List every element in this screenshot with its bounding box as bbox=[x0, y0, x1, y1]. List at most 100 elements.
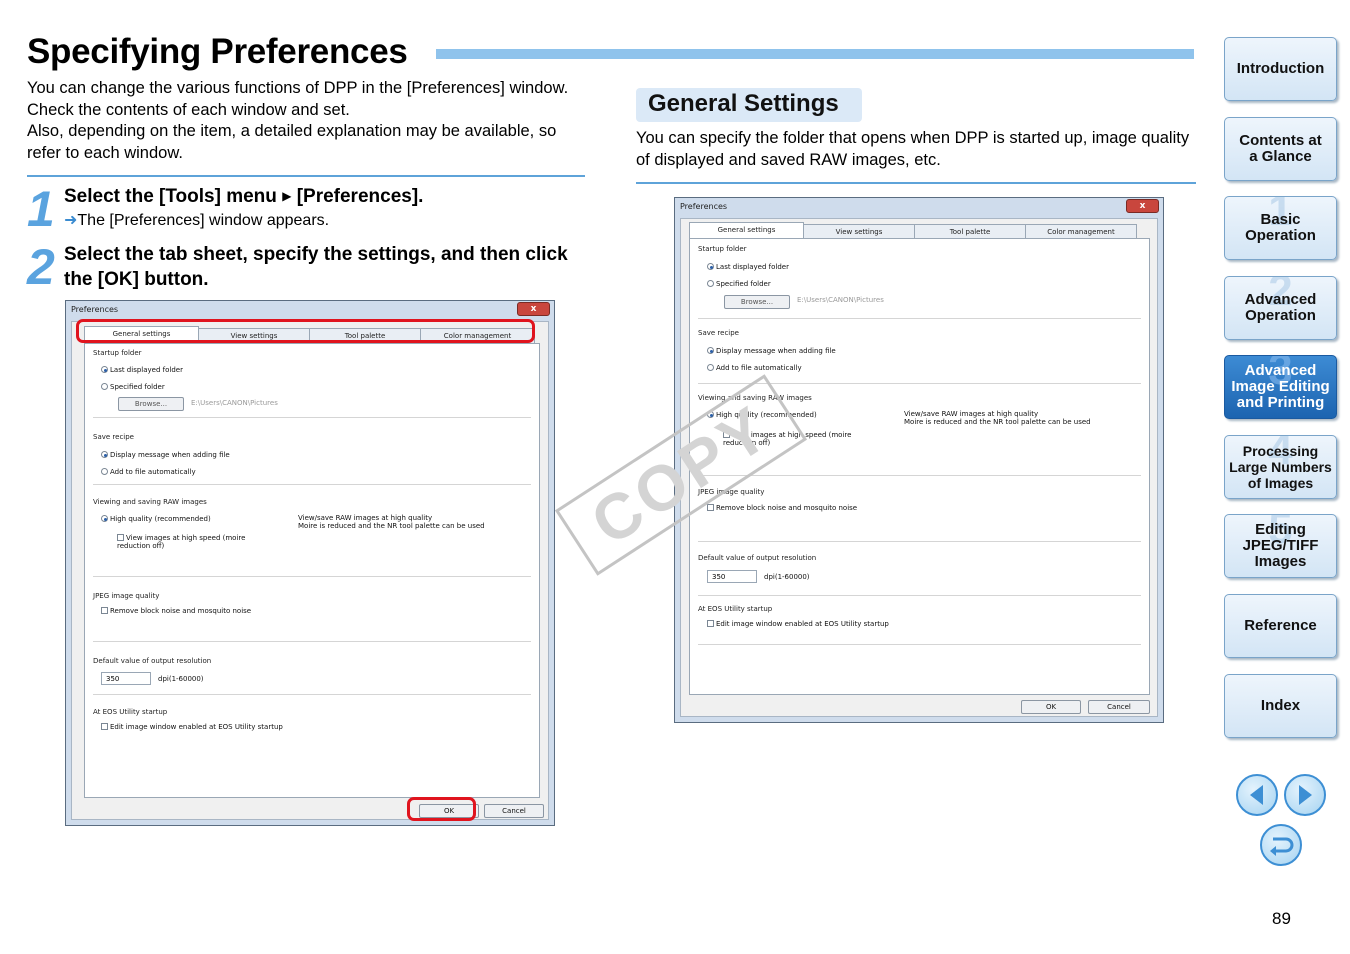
arrow-right-icon bbox=[1299, 785, 1312, 805]
nav-label: Editing JPEG/TIFF Images bbox=[1242, 521, 1319, 570]
cancel-button[interactable]: Cancel bbox=[1088, 700, 1150, 714]
nav-label: Reference bbox=[1244, 617, 1317, 634]
radio-specified-folder[interactable]: Specified folder bbox=[101, 383, 165, 391]
nav-introduction[interactable]: Introduction bbox=[1224, 37, 1337, 101]
tab-highlight-box bbox=[76, 319, 535, 343]
radio-add-automatically[interactable]: Add to file automatically bbox=[101, 468, 196, 476]
nav-advanced-operation[interactable]: 2 Advanced Operation bbox=[1224, 276, 1337, 340]
radio-specified-folder[interactable]: Specified folder bbox=[707, 280, 771, 288]
option-label: Specified folder bbox=[716, 280, 771, 288]
option-label: View images at high speed (moire reducti… bbox=[117, 534, 246, 550]
nav-label: Processing Large Numbers of Images bbox=[1229, 443, 1332, 491]
group-jpeg-quality: JPEG image quality bbox=[698, 488, 765, 496]
resolution-input[interactable]: 350 bbox=[101, 672, 151, 685]
return-button[interactable] bbox=[1260, 824, 1302, 866]
tab-general-settings[interactable]: General settings bbox=[689, 222, 804, 239]
result-arrow-icon: ➜ bbox=[64, 212, 78, 229]
radio-add-automatically[interactable]: Add to file automatically bbox=[707, 364, 802, 372]
nav-label: Introduction bbox=[1236, 60, 1325, 77]
section-heading: General Settings bbox=[636, 88, 862, 122]
resolution-unit: dpi(1-60000) bbox=[158, 675, 204, 683]
check-remove-noise[interactable]: Remove block noise and mosquito noise bbox=[101, 607, 251, 615]
tab-color-management[interactable]: Color management bbox=[1025, 224, 1137, 239]
option-label: Last displayed folder bbox=[716, 263, 789, 271]
group-save-recipe: Save recipe bbox=[698, 329, 739, 337]
option-label: Last displayed folder bbox=[110, 366, 183, 374]
group-divider bbox=[698, 541, 1141, 542]
nav-editing-jpeg-tiff[interactable]: 5 Editing JPEG/TIFF Images bbox=[1224, 514, 1337, 578]
cancel-button[interactable]: Cancel bbox=[484, 804, 544, 818]
dialog-title: Preferences bbox=[71, 305, 119, 314]
step-1-text-b: [Preferences]. bbox=[291, 186, 424, 207]
folder-path: E:\Users\CANON\Pictures bbox=[797, 296, 884, 304]
checkbox-icon bbox=[101, 723, 108, 730]
group-divider bbox=[93, 694, 531, 695]
radio-last-displayed-folder[interactable]: Last displayed folder bbox=[101, 366, 183, 374]
ok-button[interactable]: OK bbox=[1021, 700, 1081, 714]
step-1-result-text: The [Preferences] window appears. bbox=[77, 212, 330, 229]
page-title: Specifying Preferences bbox=[27, 32, 408, 71]
option-label: High quality (recommended) bbox=[110, 515, 211, 523]
radio-icon bbox=[707, 364, 714, 371]
step-1-number: 1 bbox=[27, 181, 55, 237]
next-page-button[interactable] bbox=[1284, 774, 1326, 816]
radio-icon bbox=[707, 280, 714, 287]
browse-button[interactable]: Browse... bbox=[724, 295, 790, 309]
check-edit-image-window[interactable]: Edit image window enabled at EOS Utility… bbox=[101, 723, 283, 731]
step-2-instruction: Select the tab sheet, specify the settin… bbox=[64, 244, 568, 290]
option-label: Edit image window enabled at EOS Utility… bbox=[110, 723, 283, 731]
radio-last-displayed-folder[interactable]: Last displayed folder bbox=[707, 263, 789, 271]
arrow-left-icon bbox=[1250, 785, 1263, 805]
nav-advanced-image-editing[interactable]: 3 Advanced Image Editing and Printing bbox=[1224, 355, 1337, 419]
check-high-speed[interactable]: View images at high speed (moire reducti… bbox=[117, 534, 277, 550]
browse-button[interactable]: Browse... bbox=[118, 397, 184, 411]
close-icon[interactable]: x bbox=[1126, 199, 1159, 213]
nav-processing-large-numbers[interactable]: 4 Processing Large Numbers of Images bbox=[1224, 435, 1337, 499]
radio-selected-icon bbox=[707, 263, 714, 270]
group-output-resolution: Default value of output resolution bbox=[93, 657, 212, 665]
radio-display-message[interactable]: Display message when adding file bbox=[101, 451, 230, 459]
option-label: Remove block noise and mosquito noise bbox=[716, 504, 858, 512]
option-label: Edit image window enabled at EOS Utility… bbox=[716, 620, 889, 628]
close-icon[interactable]: x bbox=[517, 302, 550, 316]
checkbox-icon bbox=[707, 620, 714, 627]
group-eos-utility: At EOS Utility startup bbox=[698, 605, 773, 613]
nav-index[interactable]: Index bbox=[1224, 674, 1337, 738]
nav-contents-at-a-glance[interactable]: Contents at a Glance bbox=[1224, 117, 1337, 181]
high-quality-description: View/save RAW images at high quality Moi… bbox=[298, 514, 485, 530]
nav-label: Advanced Image Editing and Printing bbox=[1231, 362, 1330, 411]
option-label: Display message when adding file bbox=[110, 451, 230, 459]
option-label: Display message when adding file bbox=[716, 347, 836, 355]
radio-high-quality[interactable]: High quality (recommended) bbox=[101, 515, 211, 523]
option-label: Add to file automatically bbox=[110, 468, 196, 476]
group-divider bbox=[93, 576, 531, 577]
group-startup-folder: Startup folder bbox=[93, 349, 142, 357]
radio-selected-icon bbox=[101, 451, 108, 458]
dialog-body: General settings View settings Tool pale… bbox=[71, 321, 549, 820]
section-description: You can specify the folder that opens wh… bbox=[636, 129, 1190, 169]
step-1-text-a: Select the [Tools] menu bbox=[64, 186, 283, 207]
nav-basic-operation[interactable]: 1 Basic Operation bbox=[1224, 196, 1337, 260]
tab-view-settings[interactable]: View settings bbox=[803, 224, 915, 239]
intro-text: You can change the various functions of … bbox=[27, 79, 569, 162]
radio-icon bbox=[101, 468, 108, 475]
previous-page-button[interactable] bbox=[1236, 774, 1278, 816]
tab-tool-palette[interactable]: Tool palette bbox=[914, 224, 1026, 239]
group-divider bbox=[698, 595, 1141, 596]
title-decoration-bar bbox=[436, 49, 1194, 59]
folder-path: E:\Users\CANON\Pictures bbox=[191, 399, 278, 407]
group-save-recipe: Save recipe bbox=[93, 433, 134, 441]
group-raw-images: Viewing and saving RAW images bbox=[93, 498, 207, 506]
check-remove-noise[interactable]: Remove block noise and mosquito noise bbox=[707, 504, 857, 512]
resolution-input[interactable]: 350 bbox=[707, 570, 757, 583]
radio-selected-icon bbox=[101, 515, 108, 522]
option-label: Add to file automatically bbox=[716, 364, 802, 372]
divider-right bbox=[636, 182, 1196, 184]
radio-display-message[interactable]: Display message when adding file bbox=[707, 347, 836, 355]
nav-reference[interactable]: Reference bbox=[1224, 594, 1337, 658]
check-edit-image-window[interactable]: Edit image window enabled at EOS Utility… bbox=[707, 620, 889, 628]
group-divider bbox=[93, 641, 531, 642]
divider-left bbox=[27, 175, 585, 177]
dialog-title: Preferences bbox=[680, 202, 728, 211]
nav-label: Contents at a Glance bbox=[1239, 132, 1322, 165]
